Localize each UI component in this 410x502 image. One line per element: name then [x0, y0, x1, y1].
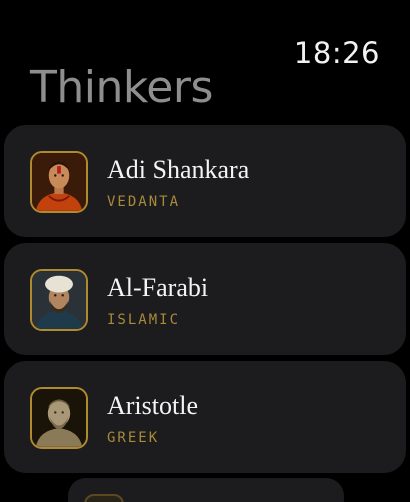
thinker-tradition: VEDANTA [107, 194, 181, 210]
list-item-al-farabi[interactable]: Al-Farabi ISLAMIC [4, 243, 406, 355]
al-farabi-portrait-icon [30, 269, 88, 331]
aristotle-portrait-icon [30, 387, 88, 449]
thinker-tradition: GREEK [107, 430, 160, 446]
thinker-tradition: ISLAMIC [107, 312, 181, 328]
portrait-icon [84, 494, 124, 502]
list-item-partial[interactable] [68, 478, 344, 502]
adi-shankara-portrait-icon [30, 151, 88, 213]
page-title: Thinkers [30, 62, 213, 113]
status-time: 18:26 [293, 36, 380, 70]
thinker-name: Aristotle [107, 391, 198, 420]
thinker-name: Adi Shankara [107, 155, 250, 184]
list-item-aristotle[interactable]: Aristotle GREEK [4, 361, 406, 473]
thinker-name: Al-Farabi [107, 273, 209, 302]
thinkers-list: Adi Shankara VEDANTA Al-Farabi ISLAMIC A… [4, 125, 406, 479]
list-item-adi-shankara[interactable]: Adi Shankara VEDANTA [4, 125, 406, 237]
